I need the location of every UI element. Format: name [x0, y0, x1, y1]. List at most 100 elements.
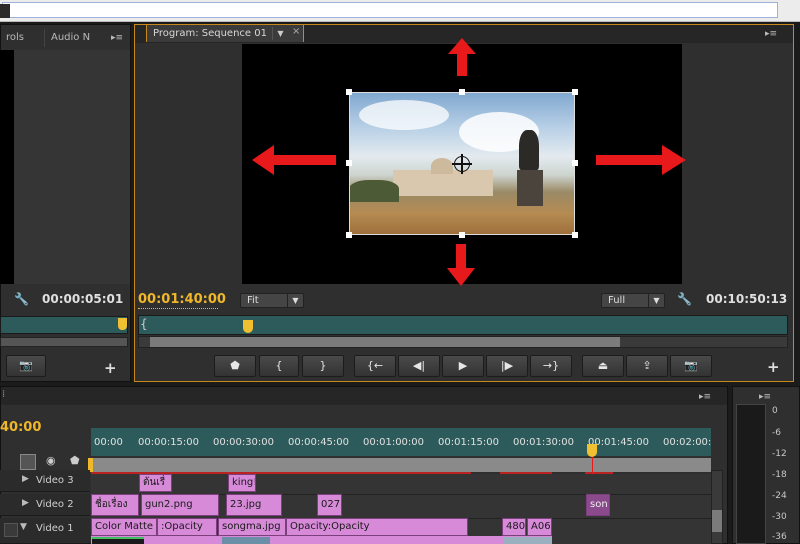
program-add-button-icon[interactable]: +	[767, 358, 780, 376]
handle-bottom-center[interactable]	[459, 232, 465, 238]
program-tab-label: Program: Sequence 01	[153, 28, 267, 39]
snap-icon[interactable]	[20, 454, 36, 470]
track-header-video3[interactable]: ▶ Video 3	[0, 470, 90, 492]
arrow-left-icon	[252, 145, 336, 175]
program-time-ruler[interactable]	[138, 315, 788, 335]
program-duration: 00:10:50:13	[706, 292, 788, 306]
clip[interactable]: Color Matte	[91, 518, 157, 536]
handle-top-center[interactable]	[459, 89, 465, 95]
mark-in-button[interactable]: {	[259, 355, 299, 377]
camera-icon: 📷	[19, 359, 33, 372]
handle-bottom-right[interactable]	[572, 232, 578, 238]
db-label: -6	[772, 428, 781, 438]
panel-menu-icon[interactable]: ▸≡	[110, 33, 124, 43]
timeline-panel-menu-icon[interactable]: ▸≡	[698, 392, 712, 402]
tab-close-icon[interactable]: ×	[292, 26, 300, 37]
quality-select[interactable]: Full ▼	[601, 293, 665, 308]
extract-button[interactable]: ⇪	[626, 355, 668, 377]
export-frame-button[interactable]: 📷	[6, 355, 46, 377]
clip[interactable]: king!	[228, 474, 256, 492]
ruler-label: 00:01:30:00	[513, 437, 575, 448]
tab-effect-controls[interactable]: rols	[0, 29, 30, 47]
current-time-underline	[138, 308, 218, 309]
arrow-down-icon	[447, 244, 475, 286]
timeline-playhead-icon[interactable]	[587, 444, 597, 457]
clip-thumbnail	[222, 537, 270, 544]
zoom-scroll-thumb[interactable]	[150, 337, 620, 347]
clip[interactable]: songma.jpg	[218, 518, 286, 536]
collapse-triangle-icon[interactable]: ▼	[20, 522, 27, 532]
chevron-down-icon: ▼	[287, 294, 303, 307]
step-back-icon: ◀|	[412, 359, 426, 372]
handle-bottom-left[interactable]	[346, 232, 352, 238]
clip[interactable]: son	[586, 494, 610, 516]
timeline-scroll-thumb[interactable]	[712, 510, 722, 532]
camera-icon: 📷	[684, 359, 698, 372]
clip[interactable]: gun2.png	[141, 494, 219, 516]
add-marker-button[interactable]: ⬟	[214, 355, 256, 377]
clip[interactable]: 480	[502, 518, 526, 536]
go-to-out-icon: →}	[542, 359, 560, 372]
timeline-vertical-scrollbar[interactable]	[711, 470, 723, 544]
ruler-label: 00:01:00:00	[363, 437, 425, 448]
program-export-frame-button[interactable]: 📷	[670, 355, 712, 377]
ruler-label: 00:00:30:00	[213, 437, 275, 448]
clip[interactable]: 027	[317, 494, 342, 516]
program-panel-menu-icon[interactable]: ▸≡	[764, 29, 778, 39]
settings-wrench-icon[interactable]: 🔧	[677, 292, 692, 306]
expand-triangle-icon[interactable]: ▶	[22, 474, 29, 484]
go-to-in-button[interactable]: {←	[354, 355, 396, 377]
ruler-label: 00:01:45:00	[588, 437, 650, 448]
clip[interactable]: ต้นเรื่	[139, 474, 172, 492]
eye-toggle-icon[interactable]	[4, 523, 18, 537]
handle-top-left[interactable]	[346, 89, 352, 95]
source-timecode: 00:00:05:01	[42, 292, 124, 306]
audio-meter-menu-icon[interactable]: ▸≡	[758, 392, 772, 402]
timeline-timecode[interactable]: 40:00	[0, 420, 41, 435]
top-bar-field	[2, 2, 778, 18]
mark-out-button[interactable]: }	[302, 355, 344, 377]
tab-dropdown-icon[interactable]: ▼	[272, 27, 288, 40]
go-to-in-icon: {←	[366, 359, 384, 372]
expand-triangle-icon[interactable]: ▶	[22, 498, 29, 508]
arrow-up-icon	[448, 38, 476, 76]
marker-tool-icon[interactable]: ◉	[46, 454, 56, 467]
source-time-ruler[interactable]	[0, 316, 128, 334]
handle-top-right[interactable]	[572, 89, 578, 95]
arrow-right-icon	[596, 145, 686, 175]
play-button[interactable]: ▶	[442, 355, 484, 377]
clip[interactable]: :Opacity	[157, 518, 217, 536]
zoom-select[interactable]: Fit ▼	[240, 293, 304, 308]
program-playhead-icon[interactable]	[243, 320, 253, 333]
go-to-out-button[interactable]: →}	[530, 355, 572, 377]
clip[interactable]: Opacity:Opacity	[286, 518, 468, 536]
db-label: -12	[772, 449, 787, 459]
program-current-time[interactable]: 00:01:40:00	[138, 292, 226, 307]
source-video-area	[0, 50, 14, 284]
clip[interactable]: 23.jpg	[226, 494, 282, 516]
track-name: Video 3	[36, 475, 74, 486]
tab-audio-mixer[interactable]: Audio N	[44, 29, 96, 47]
db-label: -24	[772, 491, 787, 501]
handle-mid-left[interactable]	[346, 160, 352, 166]
clip[interactable]: ชื่อเรื่อง	[91, 494, 139, 516]
wrench-icon[interactable]: 🔧	[14, 292, 29, 306]
source-playhead-icon[interactable]	[118, 318, 127, 330]
step-forward-button[interactable]: |▶	[486, 355, 528, 377]
anchor-crosshair-icon[interactable]	[452, 154, 472, 174]
handle-mid-right[interactable]	[572, 160, 578, 166]
source-scroll-bar[interactable]	[0, 337, 128, 347]
track-header-video2[interactable]: ▶ Video 2	[0, 494, 90, 516]
clip-thumbnail	[503, 537, 551, 544]
add-button-icon[interactable]: +	[104, 359, 117, 377]
track-name: Video 1	[36, 523, 74, 534]
lift-button[interactable]: ⏏	[582, 355, 624, 377]
add-marker-tool-icon[interactable]: ⬟	[70, 454, 80, 467]
quality-select-value: Full	[608, 295, 626, 306]
work-area-bar[interactable]	[91, 458, 711, 472]
step-back-button[interactable]: ◀|	[398, 355, 440, 377]
timeline-grip-icon[interactable]: ⁞	[2, 389, 5, 400]
clip-thumbnail	[92, 537, 144, 544]
mark-out-icon: }	[319, 359, 327, 372]
clip[interactable]: A06	[527, 518, 552, 536]
